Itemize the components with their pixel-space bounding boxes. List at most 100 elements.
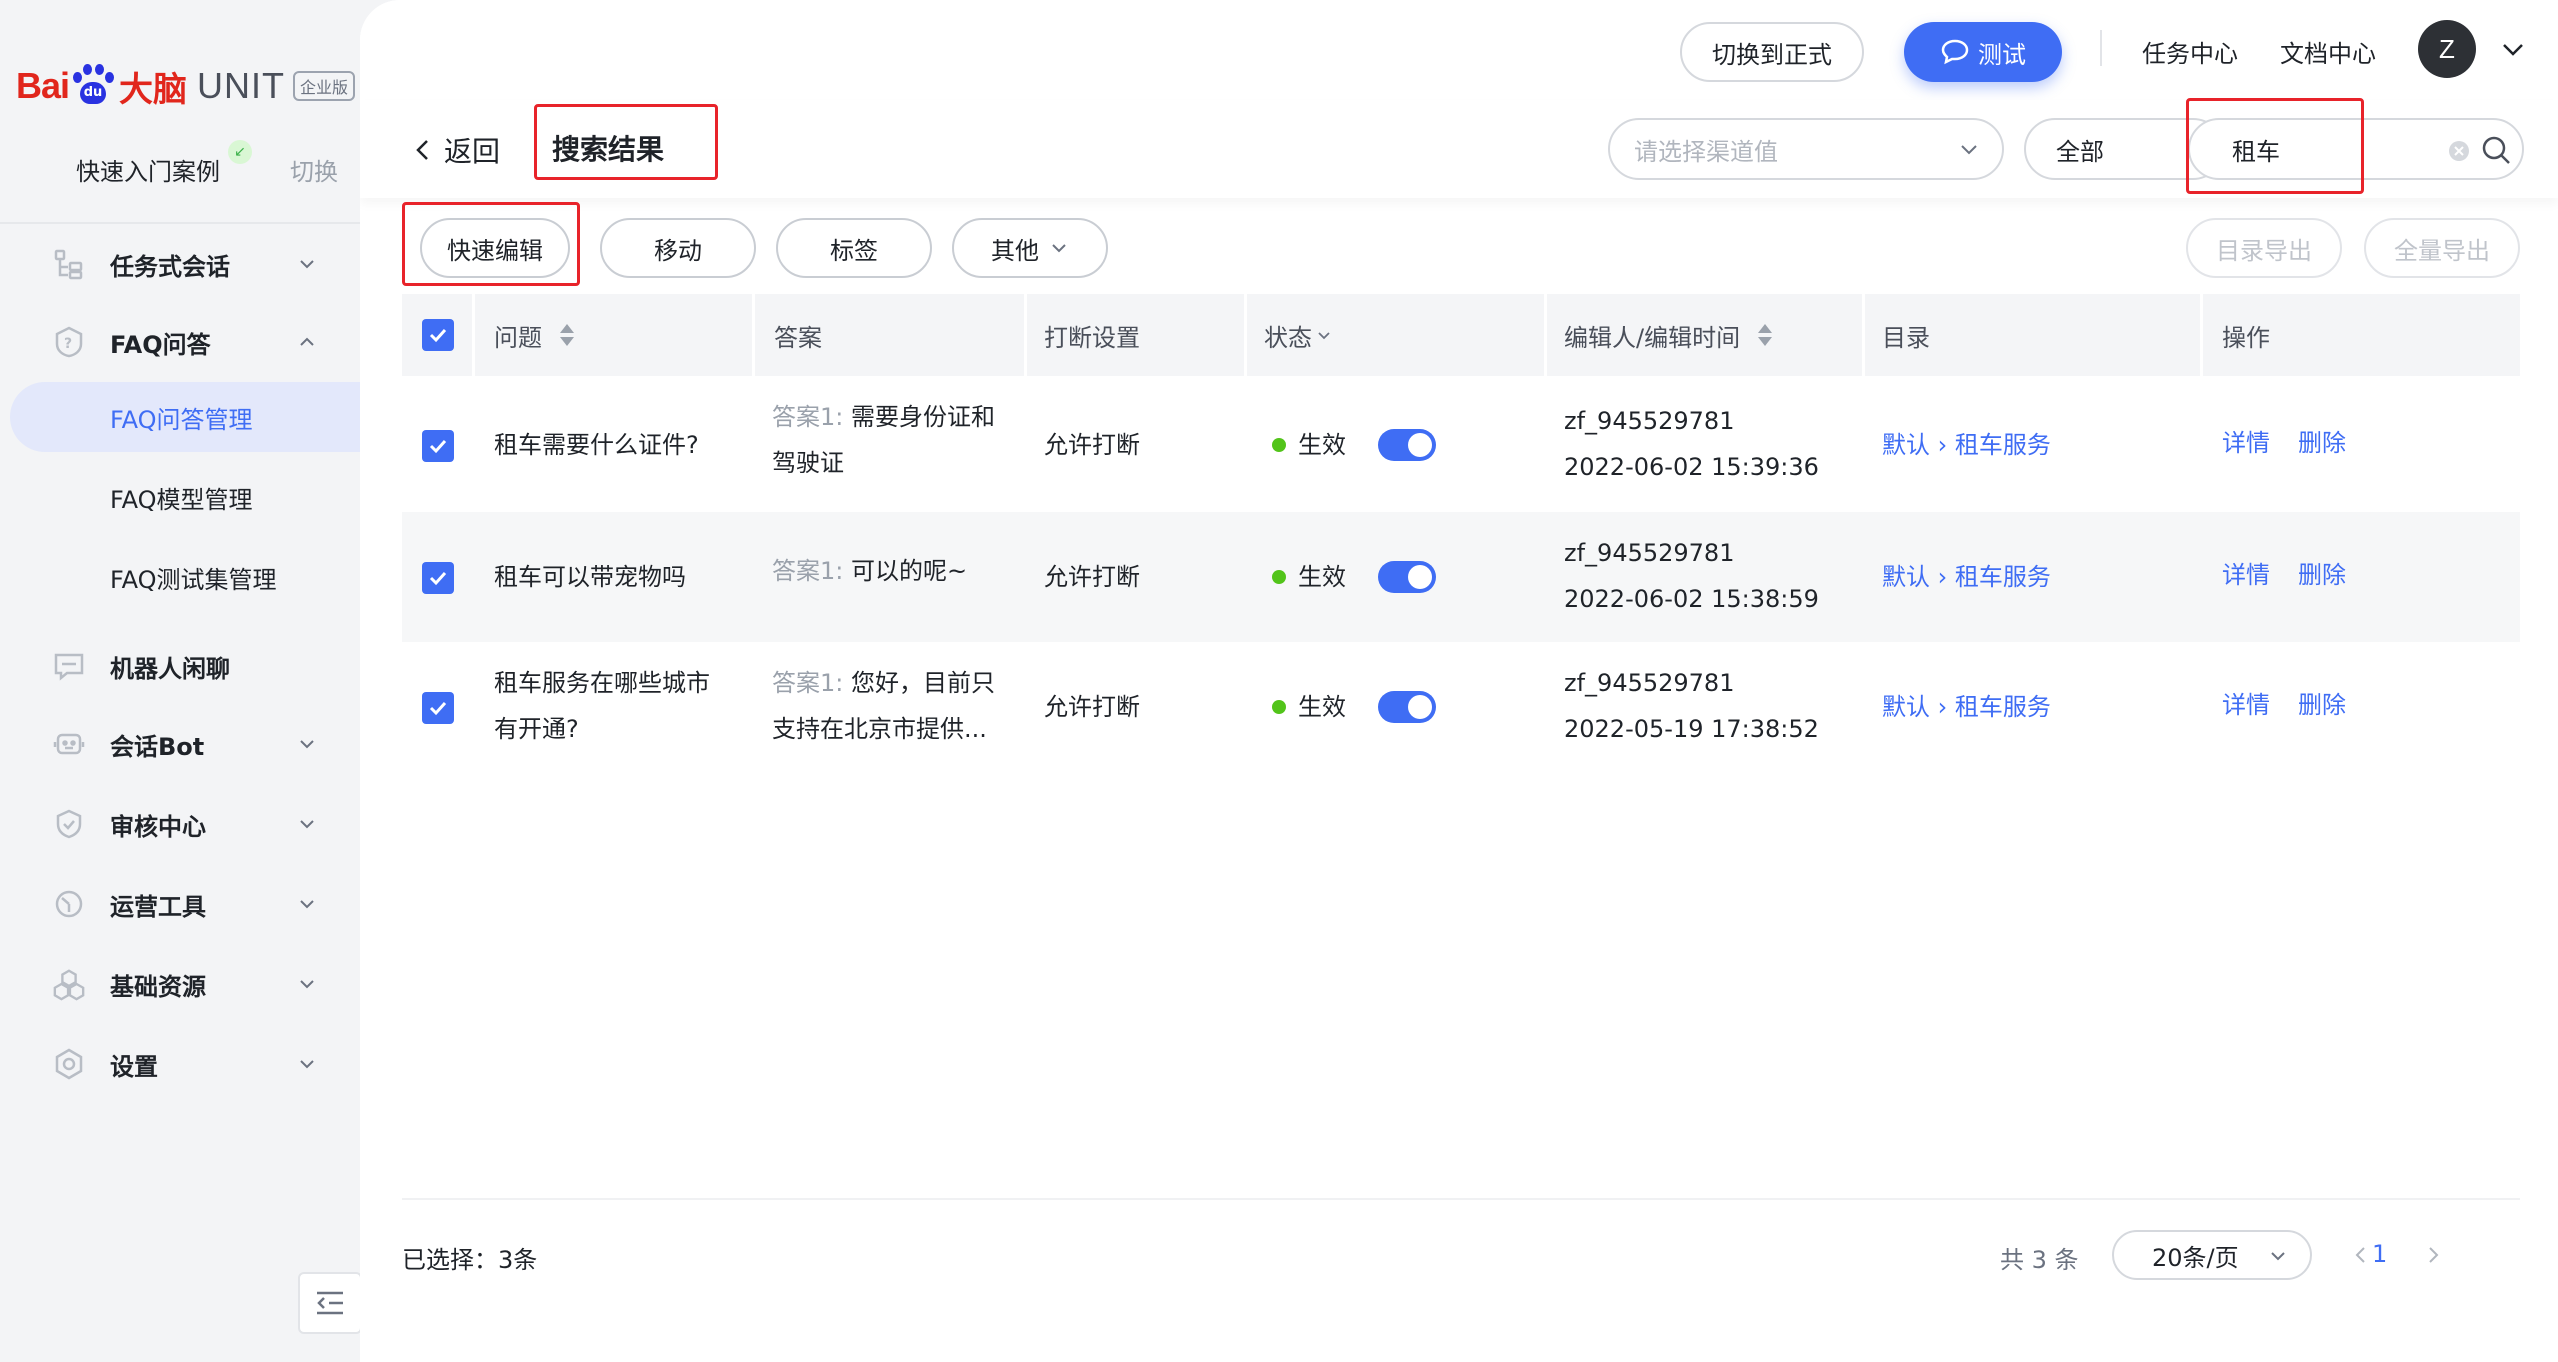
- sort-icon[interactable]: [556, 321, 578, 349]
- channel-select-placeholder: 请选择渠道值: [1634, 137, 1778, 166]
- clock-icon: [52, 887, 86, 921]
- row-checkbox[interactable]: [422, 562, 454, 594]
- chevron-down-icon: [1961, 145, 1977, 155]
- sidebar-subitem-faq-manage[interactable]: FAQ问答管理: [10, 382, 360, 452]
- user-avatar[interactable]: Z: [2418, 20, 2476, 78]
- clear-icon[interactable]: [2448, 140, 2470, 162]
- sidebar-item-label: 机器人闲聊: [110, 654, 230, 683]
- chat-icon: [52, 649, 86, 683]
- back-label: 返回: [444, 135, 501, 168]
- table-row[interactable]: 租车服务在哪些城市 有开通? 答案1: 您好，目前只 支持在北京市提供... 允…: [402, 642, 2520, 772]
- directory-link[interactable]: 默认 › 租车服务: [1882, 422, 2051, 468]
- table-row[interactable]: 租车可以带宠物吗 答案1: 可以的呢~ 允许打断 生效 zf_945529781…: [402, 512, 2520, 642]
- doc-center-link[interactable]: 文档中心: [2280, 34, 2376, 69]
- channel-select[interactable]: 请选择渠道值: [1608, 118, 2004, 180]
- chevron-right-icon: ›: [1937, 693, 1948, 721]
- export-directory-button[interactable]: 目录导出: [2186, 218, 2342, 278]
- status-toggle[interactable]: [1378, 429, 1436, 461]
- tag-button[interactable]: 标签: [776, 218, 932, 278]
- task-center-link[interactable]: 任务中心: [2142, 34, 2238, 69]
- total-count: 共 3 条: [2000, 1246, 2079, 1274]
- test-button-label: 测试: [1978, 40, 2026, 69]
- sidebar-item-review[interactable]: 审核中心: [0, 792, 360, 856]
- delete-link[interactable]: 删除: [2298, 682, 2346, 728]
- select-all-checkbox[interactable]: [422, 319, 454, 351]
- page-number[interactable]: 1: [2372, 1240, 2387, 1268]
- column-header-status[interactable]: 状态: [1264, 294, 1332, 376]
- back-button[interactable]: 返回: [414, 130, 500, 170]
- chevron-down-icon: [300, 740, 314, 749]
- check-icon: [429, 328, 447, 343]
- row-checkbox[interactable]: [422, 430, 454, 462]
- prev-page-icon[interactable]: [2350, 1244, 2372, 1266]
- edition-badge: 企业版: [293, 71, 356, 101]
- column-header-question[interactable]: 问题: [494, 294, 578, 376]
- footer-divider: [402, 1198, 2520, 1200]
- task-dialog-icon: [52, 247, 86, 281]
- detail-link[interactable]: 详情: [2222, 552, 2270, 598]
- sidebar-item-resources[interactable]: 基础资源: [0, 952, 360, 1016]
- delete-link[interactable]: 删除: [2298, 420, 2346, 466]
- scope-select-value: 全部: [2056, 137, 2104, 166]
- page-size-value: 20条/页: [2152, 1243, 2239, 1272]
- row-checkbox[interactable]: [422, 692, 454, 724]
- check-icon: [429, 571, 447, 586]
- search-icon[interactable]: [2480, 134, 2512, 166]
- editor-cell: zf_945529781 2022-05-19 17:38:52: [1564, 669, 1819, 743]
- sidebar-item-ops[interactable]: 运营工具: [0, 872, 360, 936]
- interrupt-cell: 允许打断: [1044, 563, 1140, 591]
- settings-icon: [52, 1047, 86, 1081]
- status-toggle[interactable]: [1378, 691, 1436, 723]
- sidebar-subitem-faq-testset[interactable]: FAQ测试集管理: [0, 542, 360, 612]
- chevron-down-icon[interactable]: [2500, 38, 2526, 60]
- move-button[interactable]: 移动: [600, 218, 756, 278]
- page-size-select[interactable]: 20条/页: [2112, 1230, 2312, 1280]
- chevron-right-icon: ›: [1937, 563, 1948, 591]
- sidebar-item-task-dialog[interactable]: 任务式会话: [0, 232, 360, 296]
- directory-link[interactable]: 默认 › 租车服务: [1882, 554, 2051, 600]
- logo-text-unit: UNIT: [197, 65, 286, 106]
- other-dropdown-button[interactable]: 其他: [952, 218, 1108, 278]
- chevron-down-icon: [300, 900, 314, 909]
- quick-edit-highlight-box: [402, 202, 580, 286]
- delete-link[interactable]: 删除: [2298, 552, 2346, 598]
- sidebar-item-label: 审核中心: [110, 812, 206, 841]
- chevron-down-icon: [300, 1060, 314, 1069]
- switch-to-formal-button[interactable]: 切换到正式: [1680, 22, 1864, 82]
- chevron-down-icon: [2271, 1252, 2285, 1261]
- detail-link[interactable]: 详情: [2222, 420, 2270, 466]
- sidebar-item-chitchat[interactable]: 机器人闲聊: [0, 634, 360, 698]
- next-page-icon[interactable]: [2422, 1244, 2444, 1266]
- chevron-down-icon: [300, 980, 314, 989]
- chevron-down-icon: [1318, 332, 1330, 340]
- faq-icon: ?: [52, 325, 86, 359]
- sidebar-item-label: 设置: [110, 1052, 158, 1081]
- sidebar-item-settings[interactable]: 设置: [0, 1032, 360, 1096]
- cubes-icon: [52, 967, 86, 1001]
- sidebar-item-faq[interactable]: ? FAQ问答: [0, 310, 360, 374]
- collapse-sidebar-button[interactable]: [298, 1272, 362, 1334]
- table-row[interactable]: 租车需要什么证件? 答案1: 需要身份证和 驾驶证 允许打断 生效 zf_945…: [402, 380, 2520, 510]
- directory-link[interactable]: 默认 › 租车服务: [1882, 684, 2051, 730]
- project-name: 快速入门案例: [76, 158, 220, 186]
- column-header-directory: 目录: [1882, 323, 1930, 352]
- baidu-unit-logo[interactable]: Bai du 大脑 UNIT 企业版: [16, 56, 356, 116]
- switch-project-link[interactable]: 切换: [290, 152, 338, 187]
- detail-link[interactable]: 详情: [2222, 682, 2270, 728]
- answer-cell: 答案1: 需要身份证和 驾驶证: [772, 403, 995, 477]
- sort-icon[interactable]: [1754, 321, 1776, 349]
- sidebar-item-bot[interactable]: 会话Bot: [0, 712, 360, 776]
- page-title: 搜索结果: [552, 133, 665, 166]
- column-header-editor[interactable]: 编辑人/编辑时间: [1564, 294, 1776, 376]
- sidebar-subitem-faq-model[interactable]: FAQ模型管理: [0, 462, 360, 532]
- column-header-answer: 答案: [774, 323, 822, 352]
- shield-icon: [52, 807, 86, 841]
- logo-text-cn: 大脑: [119, 69, 188, 110]
- question-cell: 租车服务在哪些城市 有开通?: [494, 669, 710, 743]
- check-icon: [429, 701, 447, 716]
- test-button[interactable]: 测试: [1904, 22, 2062, 82]
- status-toggle[interactable]: [1378, 561, 1436, 593]
- paw-icon: du: [71, 64, 115, 108]
- export-all-button[interactable]: 全量导出: [2364, 218, 2520, 278]
- sidebar-item-label: 任务式会话: [110, 252, 230, 281]
